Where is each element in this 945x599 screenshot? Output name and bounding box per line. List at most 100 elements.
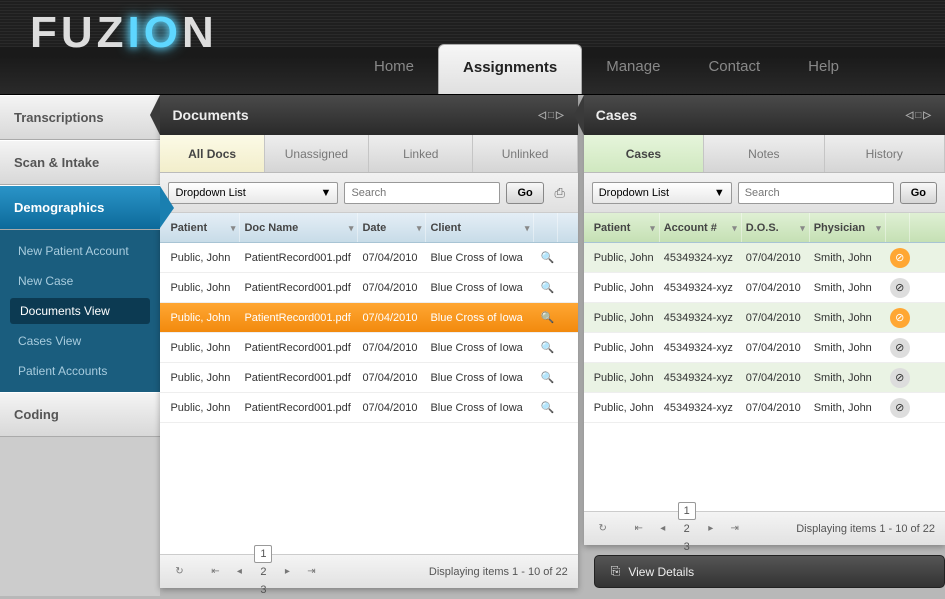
page-last-icon[interactable]: ⇥ [726,520,744,538]
page-prev-icon[interactable]: ◂ [230,563,248,581]
sidebar-section-coding[interactable]: Coding [0,392,160,437]
col-dos[interactable]: D.O.S.▾ [742,213,810,242]
refresh-icon[interactable]: ↻ [170,563,188,581]
magnify-icon[interactable]: 🔍 [538,369,556,387]
cases-title: Cases [596,107,637,123]
link-icon[interactable]: ⊘ [890,338,910,358]
documents-search-input[interactable] [344,182,500,204]
tab[interactable]: Notes [704,135,824,172]
tab[interactable]: Cases [584,135,704,172]
nav-assignments[interactable]: Assignments [438,44,582,94]
magnify-icon[interactable]: 🔍 [538,249,556,267]
cases-table-header: Patient▾ Account #▾ D.O.S.▾ Physician▾ [584,213,945,243]
col-patient[interactable]: Patient▾ [166,213,240,242]
sort-icon: ▾ [732,223,737,234]
col-patient[interactable]: Patient▾ [590,213,660,242]
refresh-icon[interactable]: ↻ [594,520,612,538]
documents-table-header: Patient▾ Doc Name▾ Date▾ Client▾ [160,213,577,243]
table-row[interactable]: Public, John45349324-xyz07/04/2010Smith,… [584,393,945,423]
cases-go-button[interactable]: Go [900,182,937,204]
table-row[interactable]: Public, JohnPatientRecord001.pdf07/04/20… [160,273,577,303]
link-icon[interactable]: ⊘ [890,308,910,328]
cases-search-input[interactable] [738,182,894,204]
table-row[interactable]: Public, JohnPatientRecord001.pdf07/04/20… [160,363,577,393]
collapse-icon[interactable]: ◁□▷ [538,110,565,121]
table-row[interactable]: Public, JohnPatientRecord001.pdf07/04/20… [160,243,577,273]
sidebar-item[interactable]: Documents View [10,298,150,324]
table-row[interactable]: Public, JohnPatientRecord001.pdf07/04/20… [160,333,577,363]
table-row[interactable]: Public, John45349324-xyz07/04/2010Smith,… [584,303,945,333]
nav-contact[interactable]: Contact [684,44,784,94]
sort-icon: ▾ [876,223,881,234]
magnify-icon[interactable]: 🔍 [538,279,556,297]
link-icon[interactable]: ⊘ [890,398,910,418]
link-icon[interactable]: ⊘ [890,248,910,268]
collapse-icon[interactable]: ◁□▷ [906,110,933,121]
documents-title: Documents [172,107,248,123]
magnify-icon[interactable]: 🔍 [538,339,556,357]
documents-go-button[interactable]: Go [506,182,543,204]
page-first-icon[interactable]: ⇤ [630,520,648,538]
nav-home[interactable]: Home [350,44,438,94]
top-nav: HomeAssignmentsManageContactHelp [350,44,863,94]
cases-toolbar: Dropdown List▼ Go [584,173,945,213]
sort-icon: ▾ [800,223,805,234]
page-number[interactable]: 1 [678,502,696,520]
documents-dropdown[interactable]: Dropdown List▼ [168,182,338,204]
page-number[interactable]: 2 [254,563,272,581]
nav-help[interactable]: Help [784,44,863,94]
col-physician[interactable]: Physician▾ [810,213,886,242]
col-account[interactable]: Account #▾ [660,213,742,242]
table-row[interactable]: Public, John45349324-xyz07/04/2010Smith,… [584,273,945,303]
sidebar-section-scan-intake[interactable]: Scan & Intake [0,140,160,185]
page-number[interactable]: 3 [678,538,696,556]
sidebar: Transcriptions Scan & Intake Demographic… [0,95,160,596]
chevron-down-icon: ▼ [321,187,332,199]
tab[interactable]: Unassigned [265,135,369,172]
tab[interactable]: History [825,135,945,172]
cases-panel-header: Cases ◁□▷ [584,95,945,135]
page-number[interactable]: 1 [254,545,272,563]
page-last-icon[interactable]: ⇥ [302,563,320,581]
documents-panel-header: Documents ◁□▷ [160,95,577,135]
table-row[interactable]: Public, John45349324-xyz07/04/2010Smith,… [584,243,945,273]
cases-pager: ↻ ⇤ ◂ 123 ▸ ⇥ Displaying items 1 - 10 of… [584,511,945,545]
tab[interactable]: All Docs [160,135,264,172]
sort-icon: ▾ [349,223,354,234]
cases-tabs: CasesNotesHistory [584,135,945,173]
cases-dropdown[interactable]: Dropdown List▼ [592,182,732,204]
link-icon[interactable]: ⊘ [890,368,910,388]
page-number[interactable]: 2 [678,520,696,538]
tool-icon[interactable]: ⎙ [550,183,570,203]
table-row[interactable]: Public, JohnPatientRecord001.pdf07/04/20… [160,303,577,333]
col-docname[interactable]: Doc Name▾ [240,213,358,242]
tab[interactable]: Unlinked [473,135,577,172]
nav-manage[interactable]: Manage [582,44,684,94]
tab[interactable]: Linked [369,135,473,172]
sidebar-item[interactable]: Cases View [0,326,160,356]
cases-table-body: Public, John45349324-xyz07/04/2010Smith,… [584,243,945,511]
col-date[interactable]: Date▾ [358,213,426,242]
chevron-down-icon: ▼ [714,187,725,199]
details-icon: ⎘ [611,564,621,579]
sort-icon: ▾ [231,223,236,234]
sort-icon: ▾ [650,223,655,234]
table-row[interactable]: Public, John45349324-xyz07/04/2010Smith,… [584,333,945,363]
table-row[interactable]: Public, John45349324-xyz07/04/2010Smith,… [584,363,945,393]
page-next-icon[interactable]: ▸ [278,563,296,581]
sidebar-item[interactable]: New Patient Account [0,236,160,266]
page-first-icon[interactable]: ⇤ [206,563,224,581]
page-prev-icon[interactable]: ◂ [654,520,672,538]
table-row[interactable]: Public, JohnPatientRecord001.pdf07/04/20… [160,393,577,423]
magnify-icon[interactable]: 🔍 [538,399,556,417]
col-client[interactable]: Client▾ [426,213,534,242]
cases-panel: Cases ◁□▷ CasesNotesHistory Dropdown Lis… [584,95,945,545]
link-icon[interactable]: ⊘ [890,278,910,298]
sidebar-item[interactable]: New Case [0,266,160,296]
view-details-button[interactable]: ⎘ View Details [594,555,945,588]
page-next-icon[interactable]: ▸ [702,520,720,538]
sidebar-section-demographics[interactable]: Demographics [0,185,160,230]
magnify-icon[interactable]: 🔍 [538,309,556,327]
sidebar-item[interactable]: Patient Accounts [0,356,160,386]
sidebar-section-transcriptions[interactable]: Transcriptions [0,95,160,140]
